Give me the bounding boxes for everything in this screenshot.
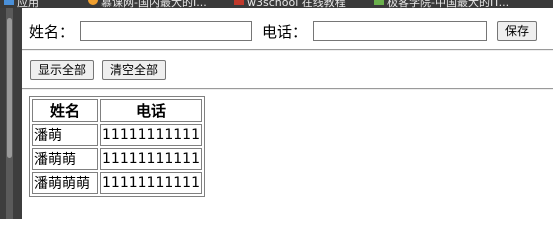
- phone-input[interactable]: [313, 21, 488, 41]
- column-header-phone: 电话: [100, 99, 202, 122]
- table-row: 潘萌 11111111111: [32, 124, 202, 146]
- table-row: 潘萌萌萌 11111111111: [32, 172, 202, 194]
- imooc-logo-icon: [88, 0, 98, 5]
- clear-all-button[interactable]: 清空全部: [102, 60, 167, 80]
- jikexueyuan-logo-icon: [374, 0, 384, 5]
- phone-label: 电话：: [262, 22, 308, 41]
- table-row: 潘萌萌 11111111111: [32, 148, 202, 170]
- column-header-name: 姓名: [32, 99, 98, 122]
- cell-phone: 11111111111: [100, 172, 202, 194]
- bookmarks-bar: 应用 慕课网-国内最大的I... w3school 在线教程 极客学院-中国最大…: [0, 0, 553, 8]
- contacts-table: 姓名 电话 潘萌 11111111111 潘萌萌 11111111111 潘萌萌…: [29, 96, 205, 197]
- scrollbar-thumb[interactable]: [7, 18, 12, 158]
- apps-grid-icon: [4, 0, 14, 5]
- name-input[interactable]: [80, 21, 253, 41]
- divider-top: [22, 49, 553, 51]
- bookmark-imooc[interactable]: 慕课网-国内最大的I...: [88, 0, 207, 8]
- page-content: 姓名： 电话： 保存 显示全部 清空全部 姓名 电话 潘萌 1111111111…: [22, 8, 553, 219]
- page-scrollbar[interactable]: [0, 8, 22, 219]
- contact-form: 姓名： 电话： 保存: [29, 20, 538, 42]
- cell-phone: 11111111111: [100, 148, 202, 170]
- cell-name: 潘萌萌: [32, 148, 98, 170]
- w3school-logo-icon: [234, 0, 244, 5]
- cell-phone: 11111111111: [100, 124, 202, 146]
- show-all-button[interactable]: 显示全部: [30, 60, 95, 80]
- cell-name: 潘萌萌萌: [32, 172, 98, 194]
- name-label: 姓名：: [29, 22, 75, 41]
- cell-name: 潘萌: [32, 124, 98, 146]
- bookmark-w3school[interactable]: w3school 在线教程: [234, 0, 346, 8]
- bookmark-apps[interactable]: 应用: [4, 0, 39, 8]
- bookmark-jikexueyuan[interactable]: 极客学院-中国最大的IT...: [374, 0, 509, 8]
- divider-bottom: [22, 88, 553, 90]
- action-buttons: 显示全部 清空全部: [30, 60, 167, 80]
- save-button[interactable]: 保存: [497, 21, 538, 41]
- table-header-row: 姓名 电话: [32, 99, 202, 122]
